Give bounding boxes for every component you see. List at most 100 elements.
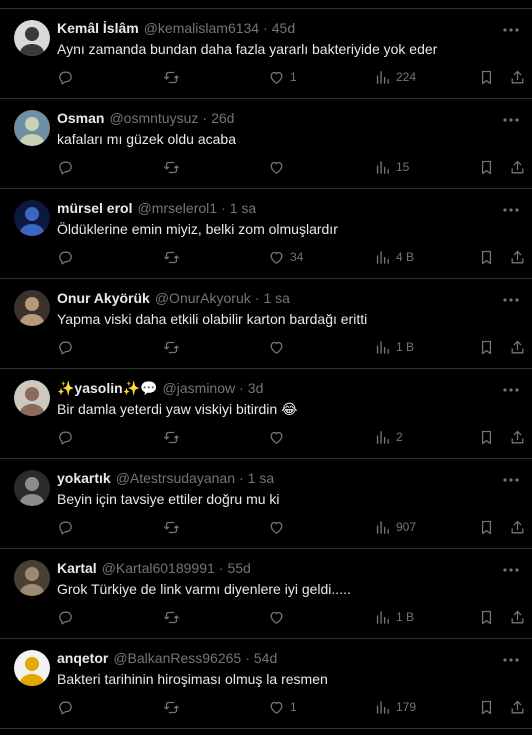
- bookmark-button[interactable]: [478, 606, 495, 628]
- more-icon[interactable]: [502, 112, 520, 122]
- bookmark-button[interactable]: [478, 66, 495, 88]
- like-button[interactable]: [268, 516, 290, 538]
- timestamp[interactable]: 54d: [254, 650, 277, 666]
- reply-button[interactable]: [57, 426, 74, 448]
- reply[interactable]: mürsel erol @mrselerol1 · 1 sa Öldükleri…: [0, 188, 532, 278]
- like-button[interactable]: 1: [268, 696, 297, 718]
- share-button[interactable]: [509, 66, 526, 88]
- share-button[interactable]: [509, 336, 526, 358]
- author-name[interactable]: ✨yasolin✨💬: [57, 380, 158, 397]
- views-button[interactable]: 2: [374, 426, 403, 448]
- author-name[interactable]: anqetor: [57, 650, 108, 666]
- reply-header: ✨yasolin✨💬 @jasminow · 3d: [57, 378, 263, 398]
- author-handle[interactable]: @osmntuysuz: [109, 110, 198, 126]
- reply-button[interactable]: [57, 156, 74, 178]
- repost-button[interactable]: [163, 696, 180, 718]
- views-button[interactable]: 179: [374, 696, 416, 718]
- views-button[interactable]: 1 B: [374, 336, 414, 358]
- avatar[interactable]: [14, 560, 50, 596]
- share-button[interactable]: [509, 156, 526, 178]
- repost-button[interactable]: [163, 156, 180, 178]
- repost-icon: [164, 71, 179, 83]
- more-icon[interactable]: [502, 472, 520, 482]
- reply[interactable]: Kemâl İslâm @kemalislam6134 · 45d Aynı z…: [0, 8, 532, 98]
- reply[interactable]: Onur Akyörük @OnurAkyoruk · 1 sa Yapma v…: [0, 278, 532, 368]
- like-icon: [270, 521, 283, 534]
- more-icon[interactable]: [502, 652, 520, 662]
- timestamp[interactable]: 1 sa: [263, 290, 289, 306]
- views-button[interactable]: 224: [374, 66, 416, 88]
- views-button[interactable]: 907: [374, 516, 416, 538]
- reply[interactable]: anqetor @BalkanRess96265 · 54d Bakteri t…: [0, 638, 532, 728]
- repost-button[interactable]: [163, 336, 180, 358]
- author-handle[interactable]: @jasminow: [163, 380, 236, 396]
- bookmark-button[interactable]: [478, 516, 495, 538]
- views-icon: [376, 70, 389, 84]
- author-name[interactable]: mürsel erol: [57, 200, 132, 216]
- share-button[interactable]: [509, 696, 526, 718]
- more-icon[interactable]: [502, 292, 520, 302]
- bookmark-button[interactable]: [478, 156, 495, 178]
- repost-button[interactable]: [163, 246, 180, 268]
- share-button[interactable]: [509, 246, 526, 268]
- author-name[interactable]: Kartal: [57, 560, 97, 576]
- author-handle[interactable]: @Kartal60189991: [102, 560, 215, 576]
- like-button[interactable]: [268, 336, 290, 358]
- more-icon[interactable]: [502, 22, 520, 32]
- author-handle[interactable]: @mrselerol1: [137, 200, 217, 216]
- like-button[interactable]: 1: [268, 66, 297, 88]
- author-name[interactable]: yokartık: [57, 470, 111, 486]
- reply-button[interactable]: [57, 606, 74, 628]
- author-name[interactable]: Osman: [57, 110, 104, 126]
- reply-button[interactable]: [57, 246, 74, 268]
- more-icon[interactable]: [502, 382, 520, 392]
- like-button[interactable]: [268, 426, 290, 448]
- views-button[interactable]: 15: [374, 156, 409, 178]
- bookmark-button[interactable]: [478, 426, 495, 448]
- avatar[interactable]: [14, 380, 50, 416]
- timestamp[interactable]: 26d: [211, 110, 234, 126]
- repost-button[interactable]: [163, 66, 180, 88]
- reply-button[interactable]: [57, 516, 74, 538]
- timestamp[interactable]: 55d: [227, 560, 250, 576]
- like-button[interactable]: [268, 606, 290, 628]
- reply[interactable]: ✨yasolin✨💬 @jasminow · 3d Bir damla yete…: [0, 368, 532, 458]
- timestamp[interactable]: 3d: [248, 380, 264, 396]
- reply[interactable]: Osman @osmntuysuz · 26d kafaları mı güze…: [0, 98, 532, 188]
- author-handle[interactable]: @Atestrsudayanan: [116, 470, 235, 486]
- bookmark-button[interactable]: [478, 696, 495, 718]
- more-icon[interactable]: [502, 202, 520, 212]
- reply[interactable]: Kartal @Kartal60189991 · 55d Grok Türkiy…: [0, 548, 532, 638]
- share-button[interactable]: [509, 426, 526, 448]
- reply-button[interactable]: [57, 336, 74, 358]
- timestamp[interactable]: 1 sa: [230, 200, 256, 216]
- views-button[interactable]: 1 B: [374, 606, 414, 628]
- repost-button[interactable]: [163, 516, 180, 538]
- timestamp[interactable]: 45d: [272, 20, 295, 36]
- avatar[interactable]: [14, 200, 50, 236]
- bookmark-button[interactable]: [478, 336, 495, 358]
- repost-button[interactable]: [163, 426, 180, 448]
- bookmark-button[interactable]: [478, 246, 495, 268]
- avatar[interactable]: [14, 650, 50, 686]
- author-handle[interactable]: @OnurAkyoruk: [155, 290, 251, 306]
- avatar[interactable]: [14, 470, 50, 506]
- avatar[interactable]: [14, 20, 50, 56]
- reply-button[interactable]: [57, 696, 74, 718]
- repost-button[interactable]: [163, 606, 180, 628]
- like-button[interactable]: 34: [268, 246, 303, 268]
- like-button[interactable]: [268, 156, 290, 178]
- avatar[interactable]: [14, 290, 50, 326]
- views-button[interactable]: 4 B: [374, 246, 414, 268]
- avatar[interactable]: [14, 110, 50, 146]
- author-handle[interactable]: @kemalislam6134: [144, 20, 259, 36]
- reply[interactable]: yokartık @Atestrsudayanan · 1 sa Beyin i…: [0, 458, 532, 548]
- share-button[interactable]: [509, 516, 526, 538]
- reply-button[interactable]: [57, 66, 74, 88]
- more-icon[interactable]: [502, 562, 520, 572]
- timestamp[interactable]: 1 sa: [248, 470, 274, 486]
- author-name[interactable]: Kemâl İslâm: [57, 20, 139, 36]
- author-name[interactable]: Onur Akyörük: [57, 290, 150, 306]
- share-button[interactable]: [509, 606, 526, 628]
- author-handle[interactable]: @BalkanRess96265: [113, 650, 241, 666]
